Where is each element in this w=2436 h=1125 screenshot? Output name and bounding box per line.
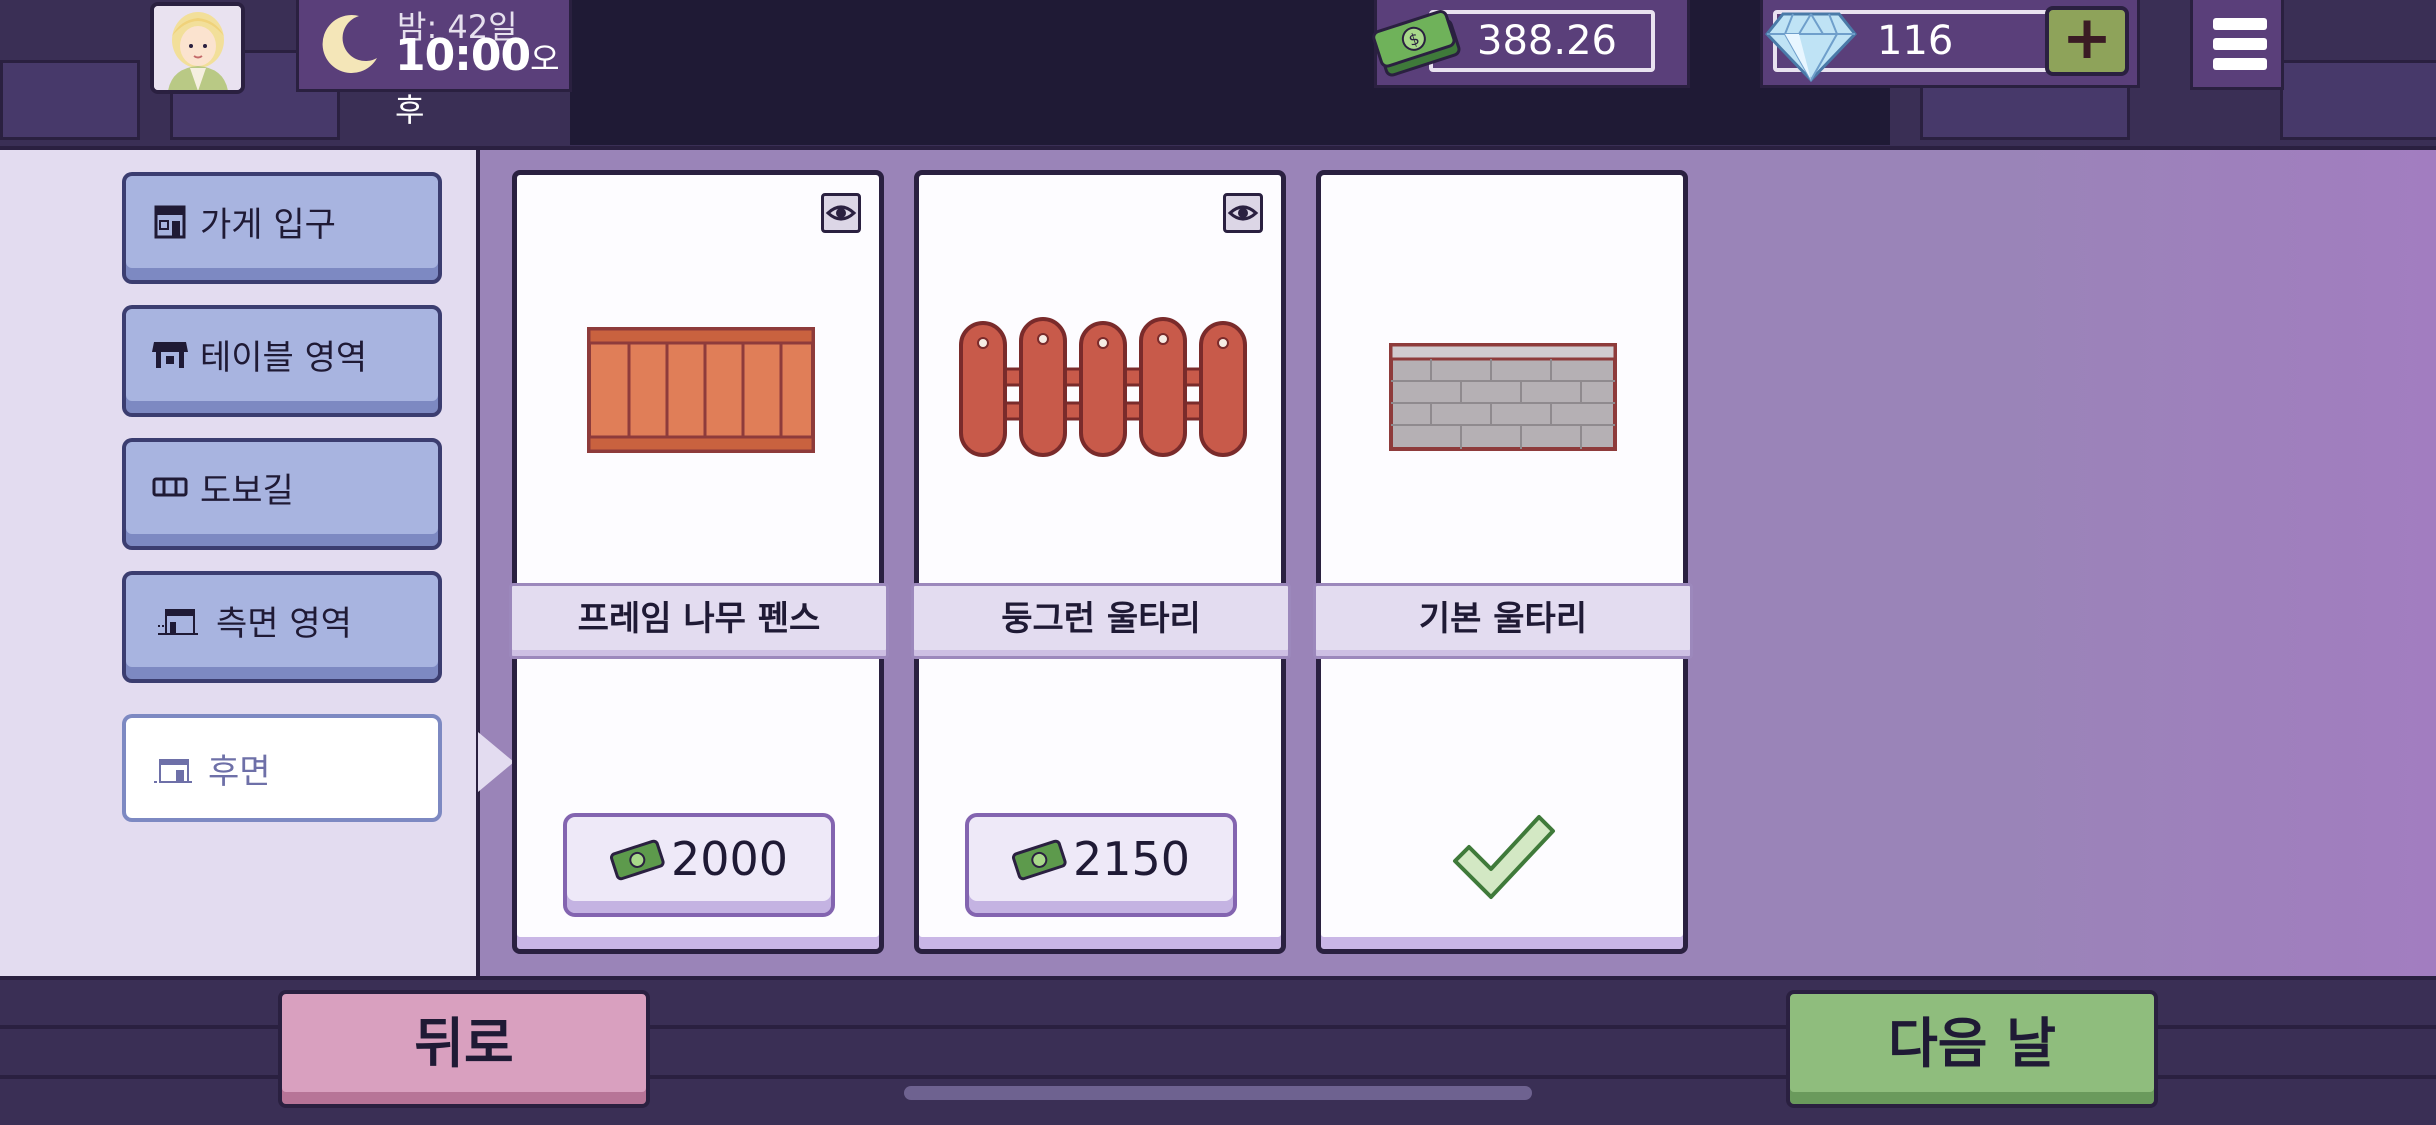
category-label: 도보길 bbox=[200, 470, 294, 511]
price-label: 2150 bbox=[1073, 832, 1191, 886]
home-indicator[interactable] bbox=[904, 1086, 1532, 1100]
back-area-icon bbox=[154, 759, 194, 783]
category-label: 테이블 영역 bbox=[200, 337, 368, 378]
preview-button[interactable] bbox=[1223, 193, 1263, 233]
buy-gems-button[interactable]: + bbox=[2045, 6, 2129, 76]
side-area-icon bbox=[158, 609, 198, 635]
item-name: 둥그런 울타리 bbox=[911, 583, 1291, 659]
money-counter: 388.26 $ bbox=[1372, 0, 1690, 88]
moon-icon bbox=[322, 15, 377, 74]
price-label: 2000 bbox=[671, 832, 789, 886]
diamond-icon bbox=[1765, 12, 1857, 83]
back-button[interactable]: 뒤로 bbox=[278, 990, 650, 1108]
background-building bbox=[0, 60, 140, 140]
clock-time: 10:00 bbox=[395, 30, 531, 81]
item-card-frame-wood-fence[interactable]: 프레임 나무 펜스 2000 bbox=[509, 170, 889, 954]
background-building bbox=[2280, 60, 2436, 140]
category-table-area[interactable]: 테이블 영역 bbox=[122, 305, 442, 417]
menu-bar bbox=[2213, 18, 2267, 30]
category-storefront[interactable]: 가게 입구 bbox=[122, 172, 442, 284]
menu-bar bbox=[2213, 38, 2267, 50]
player-avatar[interactable] bbox=[150, 2, 245, 94]
walkway-icon bbox=[152, 477, 188, 497]
preview-button[interactable] bbox=[821, 193, 861, 233]
frame-wood-fence-image bbox=[587, 327, 815, 453]
eye-icon bbox=[1227, 205, 1259, 221]
basic-fence-image bbox=[1389, 343, 1617, 451]
cash-stack-icon: $ bbox=[1372, 10, 1461, 77]
table-icon bbox=[152, 342, 188, 368]
time-display: 밤: 42일 10:00오후 bbox=[296, 0, 572, 129]
avatar-portrait-icon bbox=[154, 6, 241, 90]
item-card-basic-fence[interactable]: 기본 울타리 bbox=[1313, 170, 1693, 954]
round-fence-image bbox=[959, 317, 1247, 457]
item-card-round-fence[interactable]: 둥그런 울타리 2150 bbox=[911, 170, 1291, 954]
cash-icon bbox=[610, 839, 665, 881]
owned-checkmark-icon bbox=[1453, 815, 1555, 899]
background-sky bbox=[570, 0, 1890, 145]
category-label: 가게 입구 bbox=[200, 204, 336, 245]
menu-bar bbox=[2213, 58, 2267, 70]
category-walkway[interactable]: 도보길 bbox=[122, 438, 442, 550]
next-day-button[interactable]: 다음 날 bbox=[1786, 990, 2158, 1108]
eye-icon bbox=[825, 205, 857, 221]
cash-icon bbox=[1012, 839, 1067, 881]
clock: 10:00오후 bbox=[395, 30, 569, 132]
storefront-icon bbox=[154, 205, 186, 239]
gem-counter: 116 + bbox=[1760, 0, 2140, 88]
category-side-area[interactable]: 측면 영역 bbox=[122, 571, 442, 683]
selected-category-pointer bbox=[478, 732, 514, 792]
category-label: 후면 bbox=[208, 751, 271, 792]
item-name: 프레임 나무 펜스 bbox=[509, 583, 889, 659]
item-name: 기본 울타리 bbox=[1313, 583, 1693, 659]
hamburger-menu-button[interactable] bbox=[2190, 0, 2284, 90]
buy-button[interactable]: 2150 bbox=[965, 813, 1237, 917]
category-back-area[interactable]: 후면 bbox=[122, 714, 442, 822]
category-label: 측면 영역 bbox=[216, 603, 352, 644]
buy-button[interactable]: 2000 bbox=[563, 813, 835, 917]
